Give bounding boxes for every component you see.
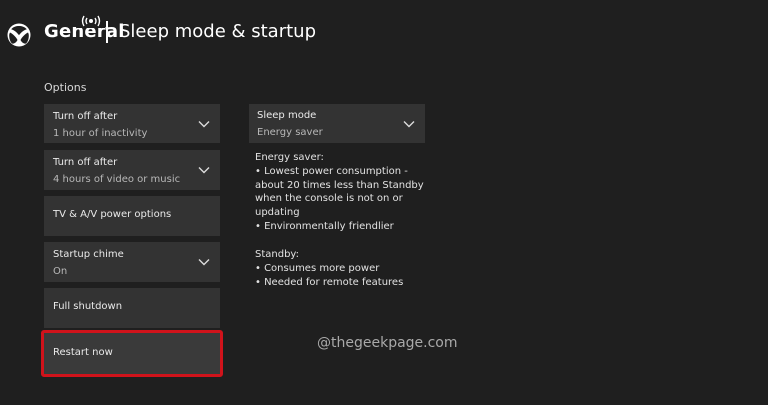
watermark: @thegeekpage.com [317, 335, 458, 351]
restart-now-button[interactable]: Restart now [41, 330, 223, 377]
dropdown-label: Turn off after [53, 157, 118, 168]
chevron-down-icon [403, 120, 415, 127]
description-line: • Consumes more power [255, 262, 380, 274]
standby-description: Standby: • Consumes more power • Needed … [255, 248, 455, 289]
chevron-down-icon [198, 120, 210, 127]
turn-off-after-inactivity-dropdown[interactable]: Turn off after 1 hour of inactivity [44, 104, 220, 143]
description-line: • Environmentally friendlier [255, 220, 394, 232]
chevron-down-icon [198, 167, 210, 174]
description-line: updating [255, 207, 300, 219]
dropdown-value: 1 hour of inactivity [53, 128, 148, 139]
tv-av-power-options-button[interactable]: TV & A/V power options [44, 196, 220, 236]
page-title: Sleep mode & startup [119, 21, 317, 42]
description-heading: Energy saver: [255, 152, 324, 163]
dropdown-value: 4 hours of video or music [53, 174, 181, 185]
button-label: TV & A/V power options [53, 209, 172, 220]
sleep-mode-dropdown[interactable]: Sleep mode Energy saver [249, 104, 425, 143]
description-line: when the console is not on or [255, 193, 403, 205]
turn-off-after-media-dropdown[interactable]: Turn off after 4 hours of video or music [44, 150, 220, 190]
description-line: • Needed for remote features [255, 276, 404, 288]
dropdown-label: Startup chime [53, 249, 124, 260]
dropdown-value: Energy saver [257, 127, 323, 138]
description-line: about 20 times less than Standby [255, 179, 424, 191]
description-heading: Standby: [255, 249, 299, 260]
dropdown-label: Turn off after [53, 111, 118, 122]
dropdown-label: Sleep mode [257, 110, 317, 121]
options-section-label: Options [44, 81, 87, 94]
settings-screen: General Sleep mode & startup Options Tur… [0, 0, 768, 405]
broadcast-icon [77, 14, 105, 28]
header-separator [106, 21, 108, 43]
dropdown-value: On [53, 266, 68, 277]
chevron-down-icon [198, 259, 210, 266]
full-shutdown-button[interactable]: Full shutdown [44, 288, 220, 328]
header: General Sleep mode & startup [0, 0, 768, 64]
button-label: Restart now [53, 346, 113, 358]
description-line: • Lowest power consumption - [255, 165, 408, 177]
energy-saver-description: Energy saver: • Lowest power consumption… [255, 151, 455, 234]
startup-chime-dropdown[interactable]: Startup chime On [44, 242, 220, 282]
button-label: Full shutdown [53, 301, 123, 312]
xbox-logo-icon[interactable] [7, 23, 31, 47]
